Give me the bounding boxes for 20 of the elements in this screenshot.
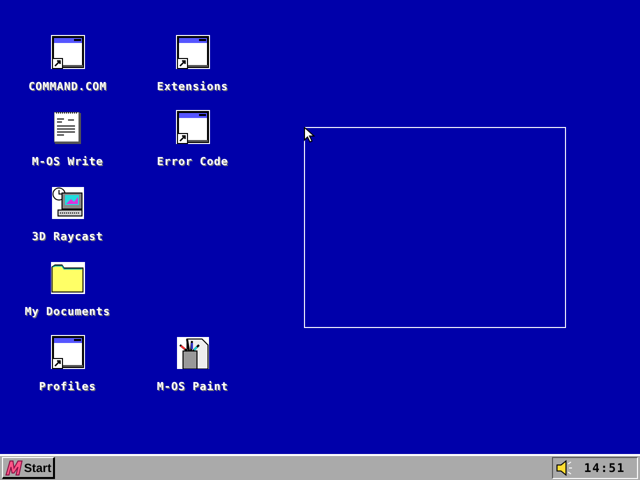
desktop-icon-label[interactable]: Profiles: [39, 380, 96, 393]
window-shortcut-icon: [176, 110, 210, 144]
clock: 14:51: [584, 460, 626, 477]
window-shortcut-icon: [176, 35, 210, 69]
desktop-icon-label[interactable]: 3D Raycast: [32, 230, 104, 243]
speaker-icon[interactable]: [556, 460, 574, 476]
paint-brushes-icon: [176, 337, 208, 369]
desktop-icon-label[interactable]: Extensions: [156, 80, 228, 93]
desktop-icon-label[interactable]: COMMAND.COM: [28, 80, 107, 93]
window-shortcut-icon: [50, 35, 84, 69]
start-button[interactable]: Start: [2, 457, 56, 479]
desktop-icon-label[interactable]: M-OS Paint: [156, 380, 228, 393]
computer-icon: [52, 187, 84, 219]
desktop-icon-label[interactable]: My Documents: [24, 305, 110, 318]
desktop-icon-label[interactable]: Error Code: [156, 155, 228, 168]
notepad-icon: [54, 112, 82, 144]
window-shortcut-icon: [50, 335, 84, 369]
folder-icon: [50, 262, 84, 294]
desktop-icon-label[interactable]: M-OS Write: [32, 155, 104, 168]
m-logo-icon: [5, 460, 23, 476]
